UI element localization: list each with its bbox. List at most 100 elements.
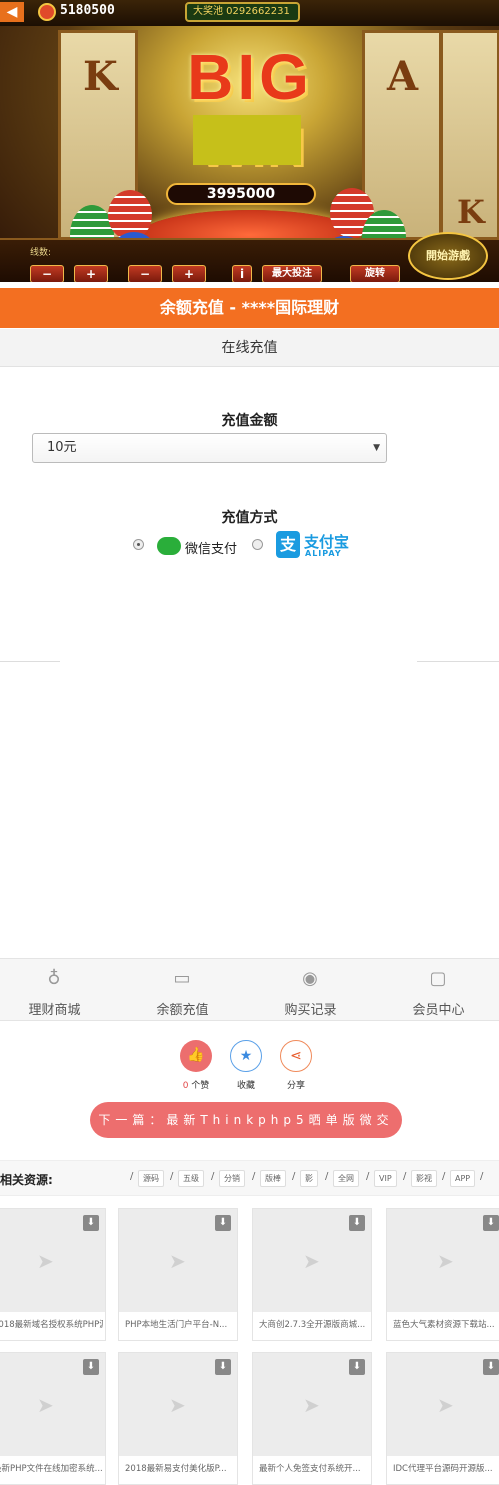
location-pin-icon: ◉ <box>302 968 318 989</box>
next-article-button[interactable]: 下一篇：最新Thinkphp5晒单版微交 <box>90 1102 402 1138</box>
download-icon[interactable]: ⬇ <box>83 1215 99 1231</box>
reel: K <box>440 30 499 240</box>
game-banner-image: K A K ◀ 5180500 大奖池 0292662231 BIG WIN 3… <box>0 0 499 282</box>
start-game-button[interactable]: 開始游戲 <box>408 232 488 280</box>
nav-item-recharge[interactable]: ▭ 余额充值 <box>120 959 245 1022</box>
card-thumbnail: ➤ ⬇ <box>253 1209 371 1312</box>
related-tag[interactable]: 五级 <box>178 1170 204 1187</box>
share-label: 分享 <box>286 1081 305 1091</box>
wechat-pay-icon <box>157 537 181 555</box>
amount-title: 充值金额 <box>221 413 278 429</box>
paper-plane-icon: ➤ <box>169 1393 186 1417</box>
line-count-label: 线数: <box>30 248 52 258</box>
tag-separator: / <box>292 1171 296 1182</box>
tag-separator: / <box>480 1171 484 1182</box>
resource-card[interactable]: ➤⬇ 2018最新域名授权系统PHP源码 <box>0 1208 106 1341</box>
star-icon: ★ <box>239 1048 253 1064</box>
card-thumbnail: ➤ ⬇ <box>253 1353 371 1456</box>
card-title[interactable]: 2018最新易支付美化版P... <box>125 1462 235 1474</box>
card-title[interactable]: 大商创2.7.3全开源版商城... <box>259 1318 369 1330</box>
amount-select[interactable]: 10元 ▼ <box>32 433 387 463</box>
download-icon[interactable]: ⬇ <box>349 1359 365 1375</box>
card-title[interactable]: IDC代理平台源码开源版... <box>393 1462 499 1474</box>
download-icon[interactable]: ⬇ <box>215 1359 231 1375</box>
wechat-radio[interactable] <box>133 539 144 550</box>
like-button[interactable]: 👍 <box>180 1040 212 1072</box>
card-title[interactable]: PHP本地生活门户平台-N... <box>125 1318 235 1330</box>
card-thumbnail: ➤ ⬇ <box>0 1353 105 1456</box>
tag-separator: / <box>211 1171 215 1182</box>
money-bag-icon: ♁ <box>47 968 61 989</box>
card-thumbnail: ➤ ⬇ <box>119 1209 237 1312</box>
divider <box>0 661 60 662</box>
wechat-pay-label: 微信支付 <box>185 542 238 557</box>
related-tag[interactable]: 影视 <box>411 1170 437 1187</box>
related-tag[interactable]: 影 <box>300 1170 318 1187</box>
back-arrow-icon[interactable]: ◀ <box>0 2 24 22</box>
resource-card[interactable]: ➤ ⬇ 最新个人免签支付系统开... <box>252 1352 372 1485</box>
line-plus-button[interactable]: + <box>74 265 108 282</box>
nav-item-mall[interactable]: ♁ 理财商城 <box>0 959 117 1022</box>
nav-item-records[interactable]: ◉ 购买记录 <box>248 959 373 1022</box>
related-tag[interactable]: 全网 <box>333 1170 359 1187</box>
resource-card[interactable]: ➤ ⬇ 2018最新易支付美化版P... <box>118 1352 238 1485</box>
bet-plus-button[interactable]: + <box>172 265 206 282</box>
coin-icon <box>38 3 56 21</box>
resource-card[interactable]: ➤ ⬇ PHP本地生活门户平台-N... <box>118 1208 238 1341</box>
reel-symbol: A <box>387 53 419 100</box>
reel: A <box>362 30 442 240</box>
method-title: 充值方式 <box>221 510 278 526</box>
download-icon[interactable]: ⬇ <box>483 1359 499 1375</box>
collect-button[interactable]: ★ <box>230 1040 262 1072</box>
download-icon[interactable]: ⬇ <box>483 1215 499 1231</box>
line-minus-button[interactable]: − <box>30 265 64 282</box>
max-bet-button[interactable]: 最大投注 <box>262 265 322 282</box>
download-icon[interactable]: ⬇ <box>215 1215 231 1231</box>
resource-card[interactable]: ➤ ⬇ 最新PHP文件在线加密系统... <box>0 1352 106 1485</box>
tag-separator: / <box>366 1171 370 1182</box>
resource-card[interactable]: ➤ ⬇ 蓝色大气素材资源下载站... <box>386 1208 499 1341</box>
download-icon[interactable]: ⬇ <box>83 1359 99 1375</box>
related-tag[interactable]: 源码 <box>138 1170 164 1187</box>
card-title[interactable]: 2018最新域名授权系统PHP源码 <box>0 1318 103 1330</box>
censor-block <box>193 115 301 165</box>
card-thumbnail: ➤ ⬇ <box>0 1209 105 1312</box>
card-title[interactable]: 蓝色大气素材资源下载站... <box>393 1318 499 1330</box>
tag-separator: / <box>403 1171 407 1182</box>
nav-label: 购买记录 <box>284 1003 337 1018</box>
win-amount: 3995000 <box>166 183 316 205</box>
related-tag[interactable]: 版棒 <box>260 1170 286 1187</box>
amount-select-value: 10元 <box>47 440 77 455</box>
page-title: 余额充值 - ****国际理财 <box>0 288 499 328</box>
card-title[interactable]: 最新PHP文件在线加密系统... <box>0 1462 103 1474</box>
resource-card[interactable]: ➤ ⬇ IDC代理平台源码开源版... <box>386 1352 499 1485</box>
bottom-nav: ♁ 理财商城 ▭ 余额充值 ◉ 购买记录 ▢ 会员中心 <box>0 958 499 1021</box>
tag-separator: / <box>442 1171 446 1182</box>
card-thumbnail: ➤ ⬇ <box>119 1353 237 1456</box>
related-tags-bar: 相关资源: / 源码 / 五级 / 分销 / 版棒 / 影 / 全网 / VIP… <box>0 1160 499 1196</box>
spin-button[interactable]: 旋转 <box>350 265 400 282</box>
related-tag[interactable]: VIP <box>374 1170 397 1187</box>
coin-balance: 5180500 <box>60 3 115 18</box>
collect-label: 收藏 <box>236 1081 255 1091</box>
paper-plane-icon: ➤ <box>169 1249 186 1273</box>
alipay-icon: 支 <box>276 531 300 558</box>
nav-label: 理财商城 <box>28 1003 81 1018</box>
big-win-text: BIG <box>187 41 313 113</box>
paper-plane-icon: ➤ <box>37 1393 54 1417</box>
divider <box>417 661 499 662</box>
alipay-radio[interactable] <box>252 539 263 550</box>
card-thumbnail: ➤ ⬇ <box>387 1209 499 1312</box>
reel-symbol: K <box>457 193 485 231</box>
alipay-sub-label: ALIPAY <box>305 549 342 558</box>
related-tag[interactable]: 分销 <box>219 1170 245 1187</box>
related-tag[interactable]: APP <box>450 1170 476 1187</box>
section-title: 在线充值 <box>0 329 499 367</box>
resource-card[interactable]: ➤ ⬇ 大商创2.7.3全开源版商城... <box>252 1208 372 1341</box>
card-title[interactable]: 最新个人免签支付系统开... <box>259 1462 369 1474</box>
bet-minus-button[interactable]: − <box>128 265 162 282</box>
nav-item-member[interactable]: ▢ 会员中心 <box>376 959 499 1022</box>
info-button[interactable]: i <box>232 265 252 282</box>
share-button[interactable]: ⋖ <box>280 1040 312 1072</box>
download-icon[interactable]: ⬇ <box>349 1215 365 1231</box>
